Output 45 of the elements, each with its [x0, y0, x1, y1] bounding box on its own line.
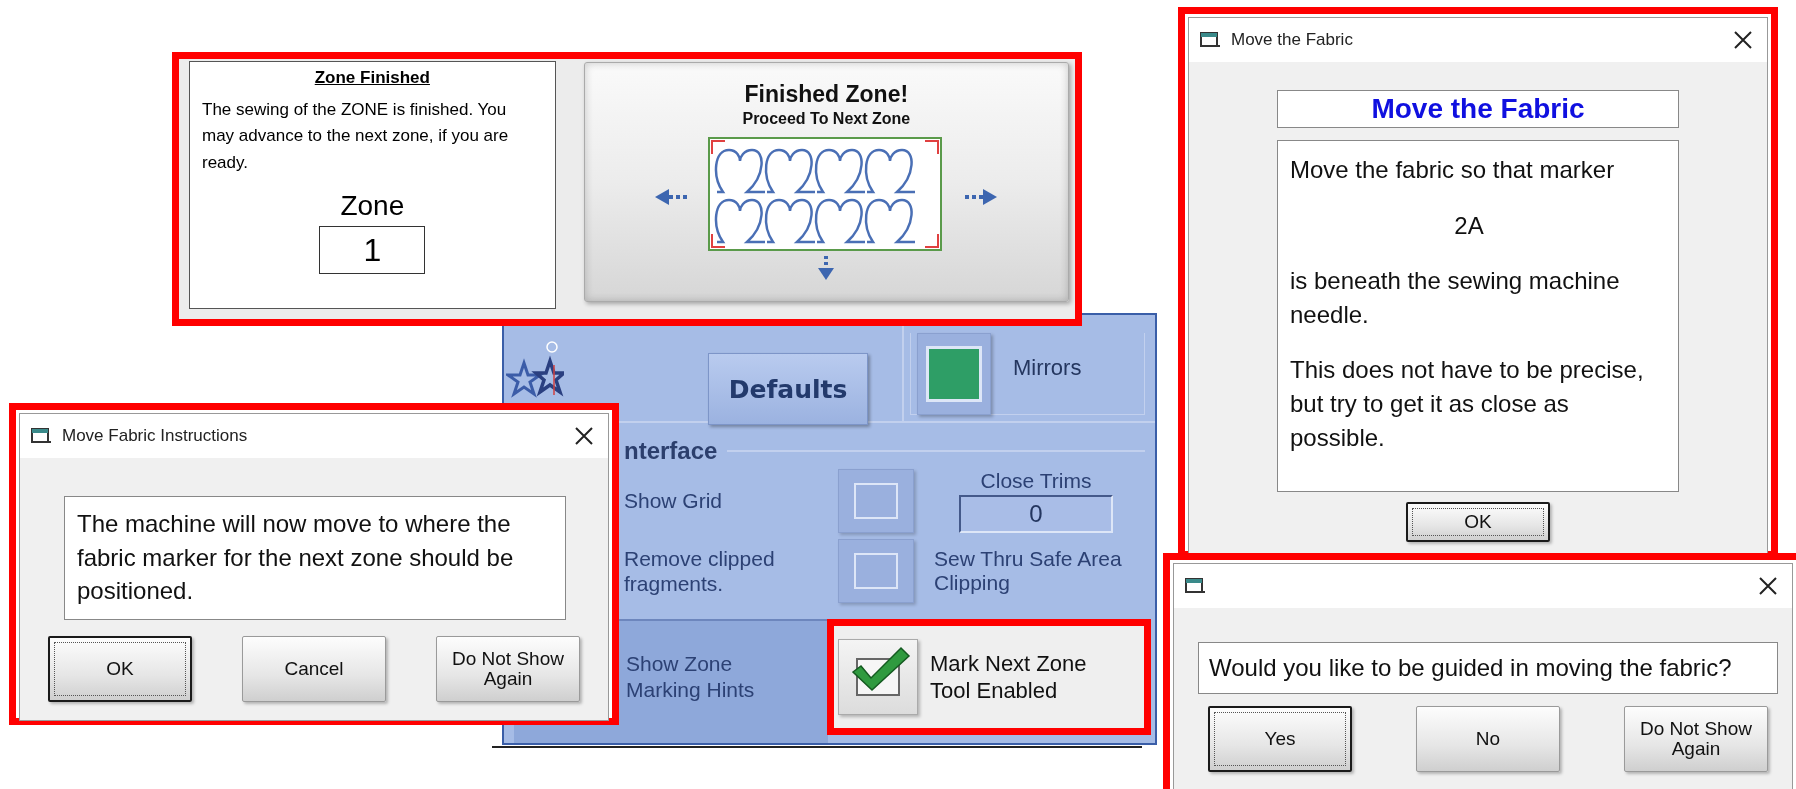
- section-title: nterface: [624, 437, 718, 465]
- dialog-button[interactable]: Cancel: [242, 636, 386, 702]
- message-text: is beneath the sewing machine needle.: [1290, 266, 1621, 330]
- dialog-button[interactable]: No: [1416, 705, 1560, 772]
- checkbox[interactable]: [838, 639, 918, 715]
- close-icon[interactable]: [574, 426, 594, 446]
- close-icon[interactable]: [1758, 576, 1778, 596]
- close-icon[interactable]: [1733, 30, 1753, 50]
- dialog-button[interactable]: OK: [1406, 502, 1550, 542]
- button-subtitle: Proceed To Next Zone: [742, 110, 911, 128]
- option-label: Remove clipped fragments.: [624, 545, 776, 597]
- dialog-heading: Move the Fabric: [1370, 92, 1586, 126]
- checkmark-icon: [851, 646, 911, 692]
- window-title: Move the Fabric: [1231, 30, 1354, 50]
- marker-label: 2A: [1453, 210, 1485, 241]
- checkbox[interactable]: [838, 469, 914, 533]
- option-label: Show Grid: [624, 488, 724, 514]
- defaults-button[interactable]: Defaults: [708, 353, 868, 425]
- zone-label: Zone: [340, 190, 405, 223]
- window-icon: [1184, 576, 1206, 596]
- do-not-show-again-button[interactable]: Do Not Show Again: [436, 636, 580, 702]
- mirrors-label: Mirrors: [1013, 355, 1082, 382]
- message-text: The sewing of the ZONE is finished. You may advance to the next zone, if you are ready.: [202, 99, 510, 174]
- checkbox[interactable]: [838, 539, 914, 603]
- option-label: Mark Next Zone Tool Enabled: [930, 649, 1088, 705]
- panel-heading: Zone Finished: [314, 68, 430, 88]
- zone-number-field: 1: [319, 226, 426, 275]
- dialog-button[interactable]: OK: [48, 636, 192, 702]
- star-pair-icon: [506, 339, 564, 401]
- dialog-button[interactable]: Yes: [1208, 705, 1352, 772]
- mirrors-toggle[interactable]: [917, 333, 991, 415]
- window-icon: [1199, 30, 1221, 50]
- button-title: Finished Zone!: [744, 81, 909, 108]
- close-trims-field[interactable]: 0: [959, 495, 1113, 533]
- message-text: This does not have to be precise, but try to get it as close as possible.: [1290, 355, 1645, 453]
- message-text: Move the fabric so that marker: [1290, 155, 1616, 185]
- message-text: The machine will now move to where the fabric marker for the next zone should be positioned.: [77, 509, 515, 607]
- option-label: Close Trims: [980, 469, 1092, 493]
- option-label: Sew Thru Safe Area Clipping: [934, 547, 1123, 595]
- option-label: Show Zone Marking Hints: [626, 651, 756, 704]
- do-not-show-again-button[interactable]: Do Not Show Again: [1624, 705, 1768, 772]
- message-text: Would you like to be guided in moving the fabric?: [1209, 653, 1733, 683]
- window-title: Move Fabric Instructions: [62, 426, 249, 446]
- finished-zone-button[interactable]: Finished Zone! Proceed To Next Zone: [583, 62, 1069, 302]
- window-icon: [30, 426, 52, 446]
